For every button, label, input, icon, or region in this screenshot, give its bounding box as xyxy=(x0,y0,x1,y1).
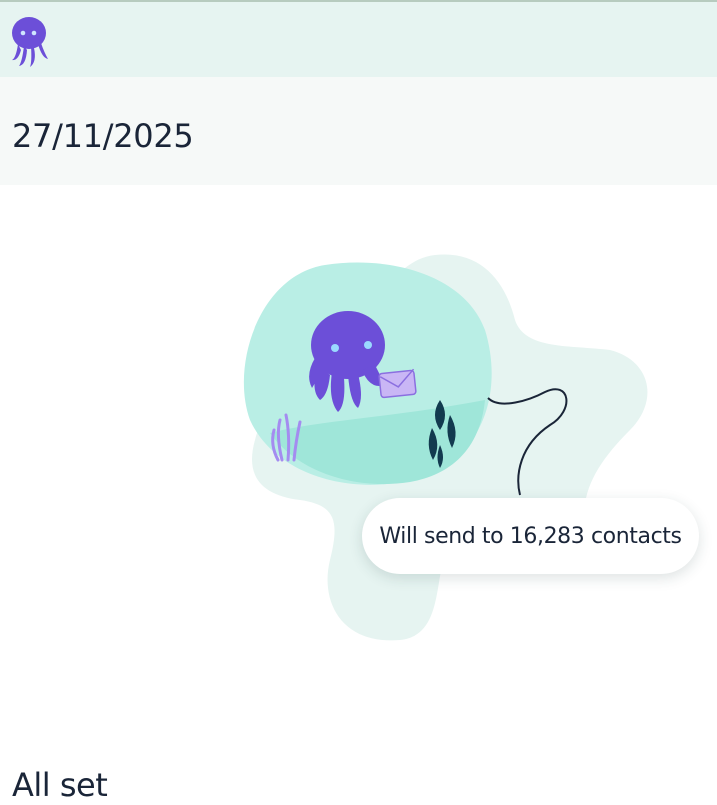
send-summary-text: Will send to 16,283 contacts xyxy=(379,523,682,549)
octopus-logo-icon[interactable] xyxy=(10,16,50,68)
scheduled-date: 27/11/2025 xyxy=(12,117,194,155)
envelope-icon xyxy=(378,368,417,399)
send-summary-pill: Will send to 16,283 contacts xyxy=(362,498,699,574)
top-bar xyxy=(0,0,717,77)
status-heading: All set xyxy=(12,766,108,804)
octopus-sending-envelope-illustration xyxy=(243,254,648,641)
